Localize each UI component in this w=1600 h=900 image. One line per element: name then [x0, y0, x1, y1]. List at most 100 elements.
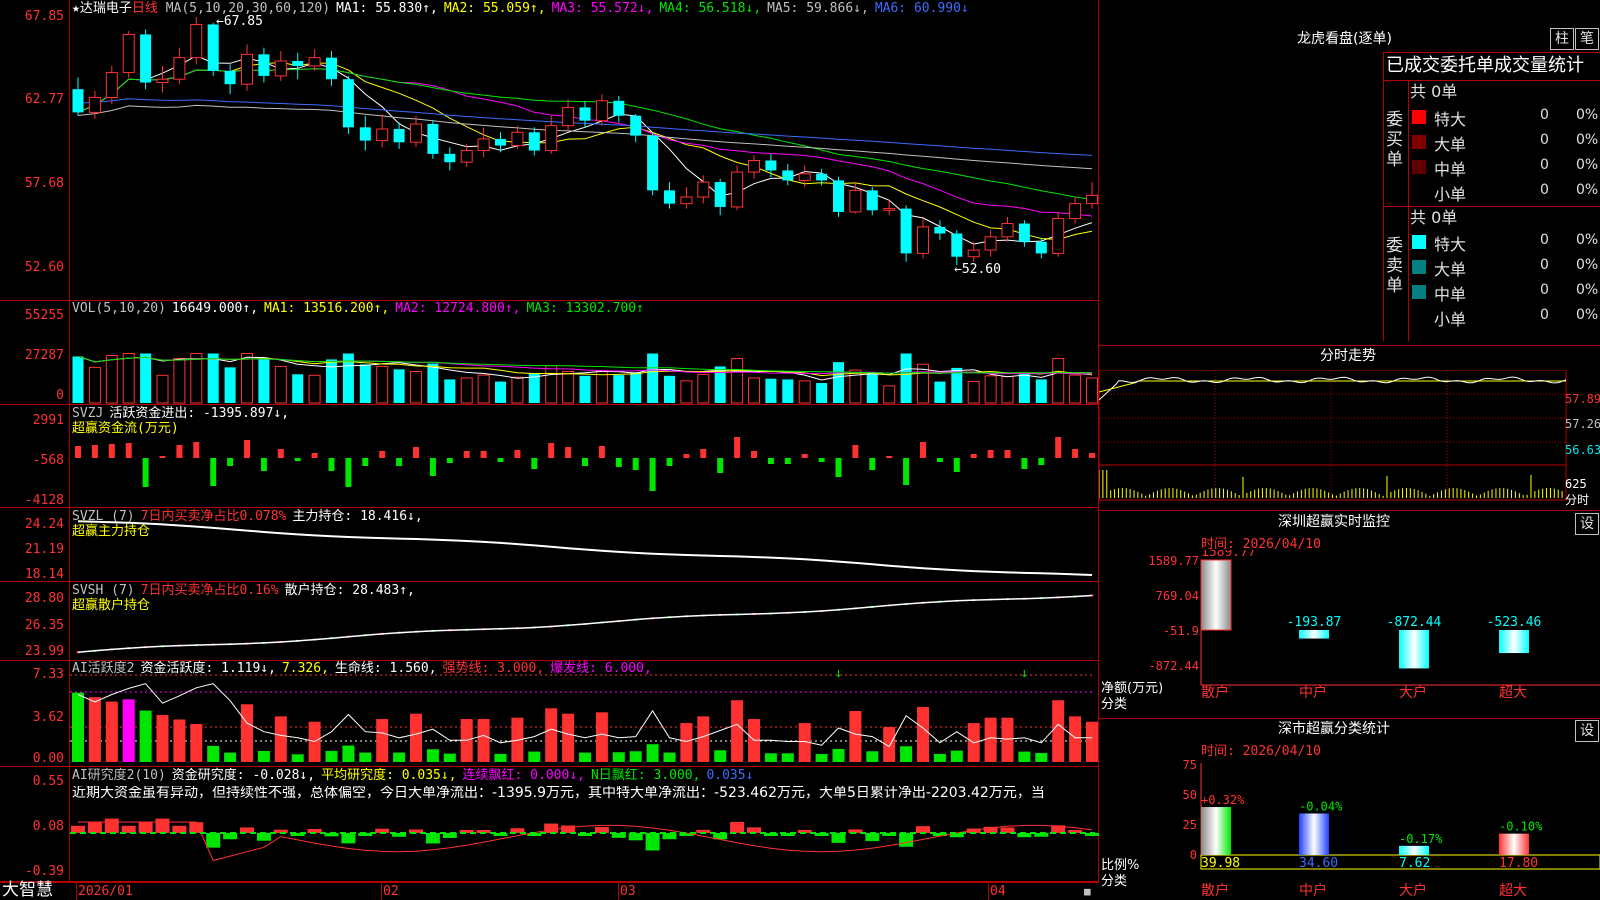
- volume-bar: [630, 372, 642, 403]
- date-tick-mark: [381, 882, 382, 900]
- fund-flow-bar: [277, 449, 284, 458]
- sell-total: 共 0单: [1410, 208, 1458, 227]
- activity-bar: [849, 710, 862, 762]
- brand-logo[interactable]: 大智慧: [2, 881, 53, 899]
- activity-bar: [900, 746, 913, 762]
- order-color-swatch: [1412, 135, 1426, 149]
- fund-flow-bar: [953, 458, 960, 472]
- fund-flow-bar: [362, 458, 369, 466]
- candle-body: [765, 160, 777, 171]
- sz-class-chart[interactable]: 75 50 25 0 +0.32% 39.98 散户 -0.04% 34.60 中户 -0.17% 7…: [1099, 755, 1600, 900]
- volume-bar: [444, 379, 456, 403]
- class-bar: [1499, 833, 1529, 855]
- volume-bar: [967, 381, 980, 404]
- order-count: 0: [1540, 232, 1549, 248]
- class-value-label: 39.98: [1201, 856, 1240, 871]
- volume-bar: [511, 376, 524, 404]
- monitor-axis-label: -872.44: [1148, 659, 1199, 673]
- candle-body: [460, 150, 473, 163]
- candle-body: [647, 135, 659, 191]
- activity-bar: [680, 723, 693, 762]
- candle-body: [967, 249, 980, 258]
- order-color-swatch: [1412, 260, 1426, 274]
- volume-bar: [1086, 377, 1098, 404]
- research-bar: [899, 833, 914, 847]
- candle-body: [1086, 194, 1098, 205]
- order-color-swatch: [1412, 185, 1426, 199]
- research-bar: [341, 833, 356, 844]
- candle-body: [105, 72, 118, 98]
- sz-monitor-chart[interactable]: 1589.77 769.04 -51.9 -872.44 1589.77 散户 -193.8…: [1099, 550, 1600, 720]
- intraday-chart[interactable]: [1099, 370, 1600, 510]
- volume-bar: [647, 353, 659, 403]
- fund-flow-bar: [1038, 458, 1045, 465]
- sz-class-settings-button[interactable]: 设: [1575, 720, 1599, 742]
- candle-body: [951, 233, 963, 257]
- stroke-view-button[interactable]: 笔: [1575, 28, 1599, 50]
- candle-body: [562, 106, 575, 127]
- order-type-label: 中单: [1434, 160, 1467, 179]
- monitor-axis-label: 1589.77: [1148, 554, 1199, 568]
- candle-body: [207, 24, 219, 71]
- candle-body: [122, 33, 135, 74]
- activity-bar: [410, 713, 422, 762]
- activity-bar: [207, 745, 220, 762]
- activity-bar: [781, 753, 794, 762]
- activity-bar: [257, 750, 270, 762]
- fund-flow-bar: [429, 458, 436, 476]
- candle-body: [866, 190, 878, 211]
- lock-icon[interactable]: ■: [1084, 884, 1091, 899]
- activity-bar: [342, 745, 355, 762]
- volume-bar: [495, 381, 506, 403]
- fund-flow-bar: [497, 458, 504, 462]
- volume-bar: [883, 385, 896, 404]
- volume-bar: [427, 363, 439, 403]
- activity-bar: [477, 719, 490, 762]
- activity-bar: [933, 753, 946, 762]
- volume-bar: [765, 378, 777, 403]
- intraday-vol-label: 分时: [1565, 493, 1590, 507]
- class-axis-label: 0: [1190, 848, 1197, 862]
- fund-flow-bar: [801, 454, 808, 458]
- class-bar: [1399, 845, 1429, 855]
- activity-bar: [105, 701, 118, 762]
- order-count: 0: [1540, 132, 1549, 148]
- date-tick-mark: [988, 882, 989, 900]
- volume-bar: [798, 380, 811, 404]
- activity-bar: [376, 719, 389, 762]
- volume-bar: [1018, 373, 1030, 403]
- order-type-label: 特大: [1434, 235, 1467, 254]
- column-view-button[interactable]: 柱: [1550, 28, 1574, 50]
- order-color-swatch: [1412, 160, 1426, 174]
- volume-bar: [72, 356, 84, 403]
- class-value-label: 7.62: [1399, 856, 1430, 871]
- volume-bar: [207, 353, 219, 403]
- volume-bar: [241, 353, 253, 404]
- volume-bar: [376, 365, 389, 404]
- sz-monitor-settings-button[interactable]: 设: [1575, 513, 1599, 535]
- class-delta-label: -0.10%: [1499, 820, 1543, 834]
- order-color-swatch: [1412, 235, 1426, 249]
- class-delta-label: -0.04%: [1299, 799, 1343, 813]
- fund-flow-bar: [751, 451, 757, 458]
- fund-flow-bar: [852, 445, 859, 458]
- sz-class-title: 深市超赢分类统计: [1278, 721, 1390, 737]
- intraday-frame: [1099, 370, 1567, 501]
- order-count: 0: [1540, 307, 1549, 323]
- order-count: 0: [1540, 282, 1549, 298]
- fund-flow-bar: [91, 445, 98, 458]
- order-pct: 0%: [1576, 107, 1599, 123]
- lhb-mid-line: [1383, 206, 1600, 207]
- volume-bar: [934, 381, 946, 403]
- fund-flow-bar: [548, 443, 555, 458]
- candle-body: [697, 181, 710, 198]
- order-type-label: 中单: [1434, 285, 1467, 304]
- volume-bar: [748, 377, 760, 404]
- chart-canvas[interactable]: ↓↓↓: [0, 0, 1100, 900]
- fund-flow-bar: [345, 458, 352, 487]
- activity-bar: [545, 708, 558, 762]
- activity-bar: [426, 749, 439, 762]
- activity-bar: [832, 748, 845, 762]
- order-pct: 0%: [1576, 257, 1599, 273]
- candle-body: [173, 57, 186, 80]
